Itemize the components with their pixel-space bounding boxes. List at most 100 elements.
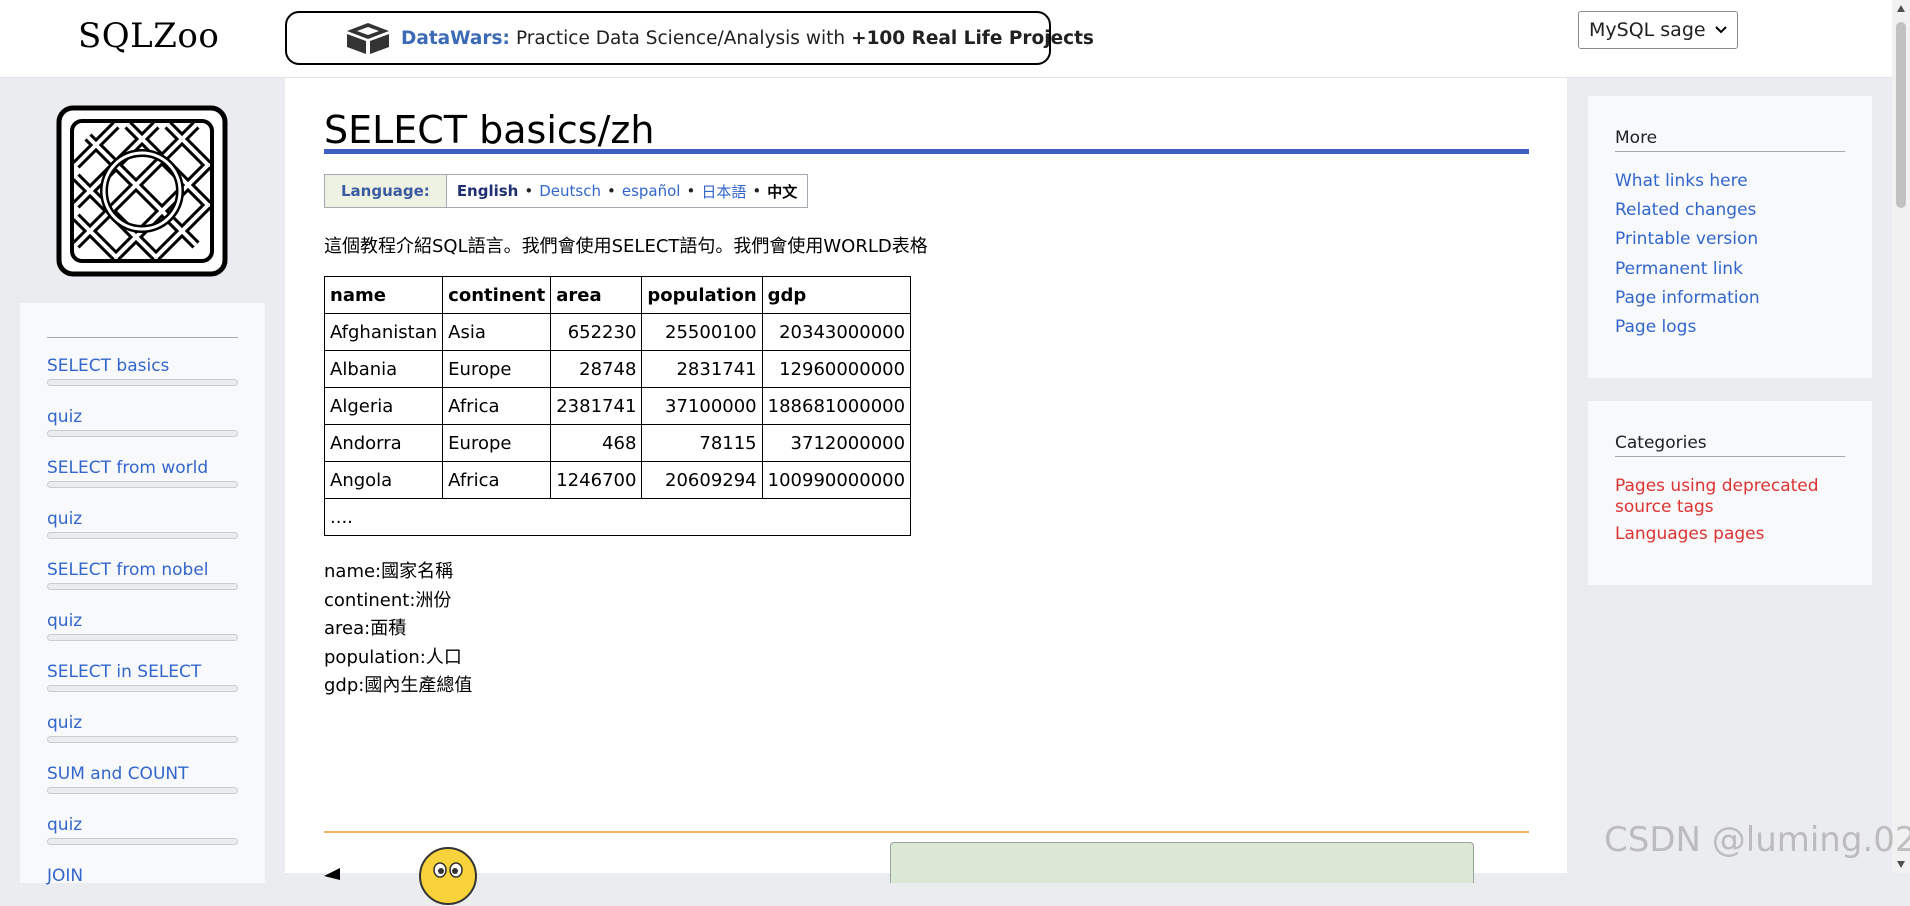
nav-item-quiz[interactable]: quiz (47, 713, 238, 743)
link-permanent-link[interactable]: Permanent link (1615, 259, 1845, 280)
link-page-information[interactable]: Page information (1615, 288, 1845, 309)
table-header-row: name continent area population gdp (323, 276, 912, 314)
scroll-down-arrow-icon[interactable] (1896, 859, 1906, 869)
language-list: English • Deutsch • español • 日本語 • 中文 (447, 181, 807, 202)
table-cell: Africa (442, 461, 552, 499)
title-underline (324, 149, 1529, 154)
link-related-changes[interactable]: Related changes (1615, 200, 1845, 221)
left-navigation: SELECT basics quiz SELECT from world qui… (20, 303, 265, 886)
table-cell: 20609294 (641, 461, 763, 499)
scrollbar-thumb[interactable] (1896, 22, 1906, 208)
field-description: continent:洲份 (324, 589, 452, 611)
category-link-languages-pages[interactable]: Languages pages (1615, 524, 1845, 545)
nav-item-label: quiz (47, 611, 83, 631)
arrow-left-icon[interactable] (324, 864, 340, 880)
nav-item-label: quiz (47, 815, 83, 835)
section-divider (324, 831, 1529, 833)
category-link-deprecated-source-tags[interactable]: Pages using deprecated source tags (1615, 476, 1845, 518)
categories-panel: Categories Pages using deprecated source… (1588, 401, 1872, 585)
nav-item-label: SELECT from world (47, 458, 209, 478)
nav-item-select-from-nobel[interactable]: SELECT from nobel (47, 560, 238, 590)
nav-item-label: SUM and COUNT (47, 764, 189, 784)
table-cell: Europe (442, 350, 552, 388)
world-table: name continent area population gdp Afgha… (323, 276, 912, 536)
table-cell: 1246700 (550, 461, 643, 499)
separator: • (686, 182, 696, 200)
nav-item-select-basics[interactable]: SELECT basics (47, 356, 238, 386)
progress-bar (47, 634, 238, 641)
nav-item-quiz[interactable]: quiz (47, 509, 238, 539)
progress-bar (47, 787, 238, 794)
sql-editor-panel[interactable] (890, 842, 1474, 883)
column-header: continent (442, 276, 552, 314)
table-cell: Andorra (323, 424, 444, 462)
field-descriptions: name:國家名稱 continent:洲份 area:面積 populatio… (324, 558, 472, 701)
table-cell: 3712000000 (761, 424, 912, 462)
nav-item-quiz[interactable]: quiz (47, 815, 238, 845)
scroll-up-arrow-icon[interactable] (1896, 4, 1906, 14)
intro-text: 這個教程介紹SQL語言。我們會使用SELECT語句。我們會使用WORLD表格 (324, 236, 928, 257)
watermark: CSDN @luming.02 (1604, 820, 1910, 860)
nav-item-quiz[interactable]: quiz (47, 407, 238, 437)
nav-item-label: quiz (47, 509, 83, 529)
nav-item-quiz[interactable]: quiz (47, 611, 238, 641)
separator: • (752, 182, 762, 200)
nav-divider (47, 337, 238, 338)
table-cell: 468 (550, 424, 643, 462)
sqlzoo-knot-logo-icon[interactable] (56, 105, 228, 277)
nav-item-label: JOIN (47, 866, 84, 886)
table-cell: 2381741 (550, 387, 643, 425)
language-link-espanol[interactable]: español (622, 182, 681, 200)
separator: • (524, 182, 534, 200)
progress-bar (47, 430, 238, 437)
link-printable-version[interactable]: Printable version (1615, 229, 1845, 250)
progress-bar (47, 736, 238, 743)
more-panel: More What links here Related changes Pri… (1588, 96, 1872, 378)
table-cell: 2831741 (641, 350, 763, 388)
table-cell: Algeria (323, 387, 444, 425)
language-link-english[interactable]: English (457, 182, 519, 200)
nav-item-label: quiz (47, 407, 83, 427)
language-label: Language: (325, 175, 447, 207)
nav-item-sum-and-count[interactable]: SUM and COUNT (47, 764, 238, 794)
table-row: Algeria Africa 2381741 37100000 18868100… (323, 387, 912, 425)
datawars-banner[interactable]: DataWars: Practice Data Science/Analysis… (285, 11, 1094, 65)
field-description: gdp:國內生產總值 (324, 675, 473, 696)
table-row: Andorra Europe 468 78115 3712000000 (323, 424, 912, 462)
nav-item-join[interactable]: JOIN (47, 866, 238, 886)
banner-brand: DataWars: (401, 27, 510, 49)
more-heading: More (1615, 128, 1845, 152)
table-cell: 78115 (641, 424, 763, 462)
separator: • (606, 182, 616, 200)
table-cell: Europe (442, 424, 552, 462)
link-what-links-here[interactable]: What links here (1615, 171, 1845, 192)
progress-bar (47, 583, 238, 590)
language-link-deutsch[interactable]: Deutsch (539, 182, 601, 200)
banner-text: Practice Data Science/Analysis with (515, 27, 846, 49)
progress-bar (47, 838, 238, 845)
link-page-logs[interactable]: Page logs (1615, 317, 1845, 338)
site-title[interactable]: SQLZoo (78, 16, 219, 56)
field-description: name:國家名稱 (324, 561, 454, 582)
smiley-face-icon (419, 847, 477, 905)
table-row: Afghanistan Asia 652230 25500100 2034300… (323, 313, 912, 351)
table-cell: Afghanistan (323, 313, 444, 351)
engine-select-value: MySQL sage (1589, 19, 1706, 41)
banner-highlight: +100 Real Life Projects (851, 27, 1094, 49)
progress-bar (47, 481, 238, 488)
nav-item-label: SELECT from nobel (47, 560, 209, 580)
table-row: .... (323, 498, 912, 536)
table-cell: 28748 (550, 350, 643, 388)
language-link-japanese[interactable]: 日本語 (701, 181, 746, 202)
language-selector: Language: English • Deutsch • español • … (324, 174, 809, 208)
table-cell: Asia (442, 313, 552, 351)
chevron-down-icon (1715, 26, 1727, 34)
table-cell: Angola (323, 461, 444, 499)
column-header: name (323, 276, 444, 314)
nav-item-select-from-world[interactable]: SELECT from world (47, 458, 238, 488)
table-cell: 188681000000 (761, 387, 912, 425)
engine-select[interactable]: MySQL sage (1578, 11, 1738, 49)
field-description: area:面積 (324, 618, 407, 639)
table-cell: 100990000000 (761, 461, 912, 499)
nav-item-select-in-select[interactable]: SELECT in SELECT (47, 662, 238, 692)
